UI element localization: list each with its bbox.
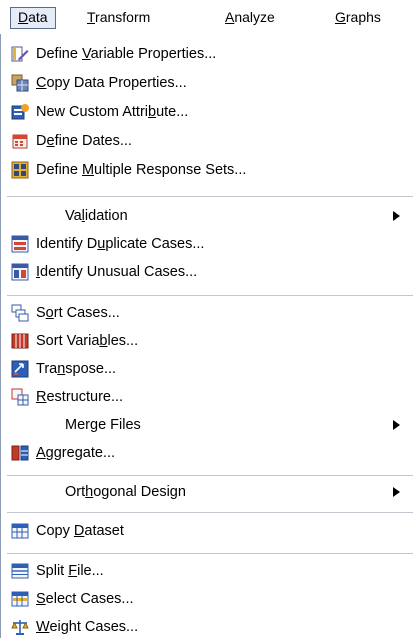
submenu-arrow-icon [393,487,400,497]
restructure-icon [11,388,29,406]
menu-item-copy-dataset[interactable]: Copy Dataset [1,517,416,545]
menu-item-label: Restructure... [36,389,124,405]
copy-dataset-icon [11,523,29,539]
new-custom-attribute-icon [11,104,29,120]
menu-item-label: Weight Cases... [36,619,139,635]
sort-variables-icon [11,333,29,349]
menu-item-sort-cases[interactable]: Sort Cases... [1,299,416,327]
menu-item-label: Identify Unusual Cases... [36,264,198,280]
menu-separator [7,512,413,513]
select-cases-icon [11,591,29,607]
menu-graphs-mnemonic: G [335,9,346,25]
menu-analyze-label-post: nalyze [234,9,275,25]
menu-item-validation[interactable]: Validation [1,202,416,230]
menu-graphs-label-post: raphs [345,9,381,25]
menu-item-label: Aggregate... [36,445,115,461]
menu-separator [7,196,413,197]
menu-item-select-cases[interactable]: Select Cases... [1,585,416,613]
menu-item-label: Sort Cases... [36,305,120,321]
menu-item-merge-files[interactable]: Merge Files [1,411,416,439]
menu-item-orthogonal-design[interactable]: Orthogonal Design [1,478,416,506]
menu-separator [7,295,413,296]
menu-item-label: Validation [65,208,128,224]
calendar-icon [12,134,28,149]
sort-cases-icon [11,304,29,322]
weight-scale-icon [11,620,29,635]
menu-item-transpose[interactable]: Transpose... [1,355,416,383]
menu-item-aggregate[interactable]: Aggregate... [1,439,416,467]
menu-graphs[interactable]: Graphs [328,7,388,27]
menu-data-label-post: ata [28,9,48,25]
menu-separator [7,475,413,476]
menu-data[interactable]: Data [10,7,56,29]
menu-item-define-dates[interactable]: Define Dates... [1,127,416,155]
menu-item-label: Define Dates... [36,133,132,149]
menu-data-mnemonic: D [18,9,29,25]
split-file-icon [11,563,29,579]
identify-unusual-cases-icon [11,263,29,281]
menu-item-label: Select Cases... [36,591,134,607]
menu-analyze-mnemonic: A [225,9,235,25]
menu-item-label: Define Variable Properties... [36,46,217,62]
menu-item-label: Define Multiple Response Sets... [36,162,247,178]
menu-item-define-variable-properties[interactable]: Define Variable Properties... [1,40,416,68]
menu-item-new-custom-attribute[interactable]: New Custom Attribute... [1,98,416,126]
submenu-arrow-icon [393,420,400,430]
menu-item-define-multiple-response-sets[interactable]: Define Multiple Response Sets... [1,156,416,184]
aggregate-icon [11,445,29,461]
submenu-arrow-icon [393,211,400,221]
menu-transform-label-post: ransform [95,9,151,25]
menu-item-identify-duplicate-cases[interactable]: Identify Duplicate Cases... [1,230,416,258]
menu-item-label: Split File... [36,563,104,579]
menu-item-label: Copy Dataset [36,523,124,539]
menu-item-label: New Custom Attribute... [36,104,189,120]
menu-item-label: Transpose... [36,361,117,377]
menu-item-weight-cases[interactable]: Weight Cases... [1,613,416,641]
transpose-icon [11,360,29,378]
data-menu-dropdown: Define Variable Properties... Copy Data … [0,34,416,638]
menu-item-restructure[interactable]: Restructure... [1,383,416,411]
menu-item-copy-data-properties[interactable]: Copy Data Properties... [1,69,416,97]
menu-transform[interactable]: Transform [80,7,157,27]
menu-item-split-file[interactable]: Split File... [1,557,416,585]
menu-transform-mnemonic: T [87,9,96,25]
menu-item-label: Sort Variables... [36,333,139,349]
menu-item-label: Merge Files [65,417,141,433]
menu-analyze[interactable]: Analyze [218,7,282,27]
menu-item-label: Copy Data Properties... [36,75,187,91]
copy-data-properties-icon [11,74,29,92]
menu-item-label: Identify Duplicate Cases... [36,236,205,252]
identify-duplicate-cases-icon [11,235,29,253]
menu-item-identify-unusual-cases[interactable]: Identify Unusual Cases... [1,258,416,286]
menu-item-sort-variables[interactable]: Sort Variables... [1,327,416,355]
menu-bar: Data Transform Analyze Graphs [0,0,416,35]
menu-separator [7,553,413,554]
multiple-response-sets-icon [11,161,29,179]
menu-item-label: Orthogonal Design [65,484,186,500]
define-variable-properties-icon [11,46,29,62]
